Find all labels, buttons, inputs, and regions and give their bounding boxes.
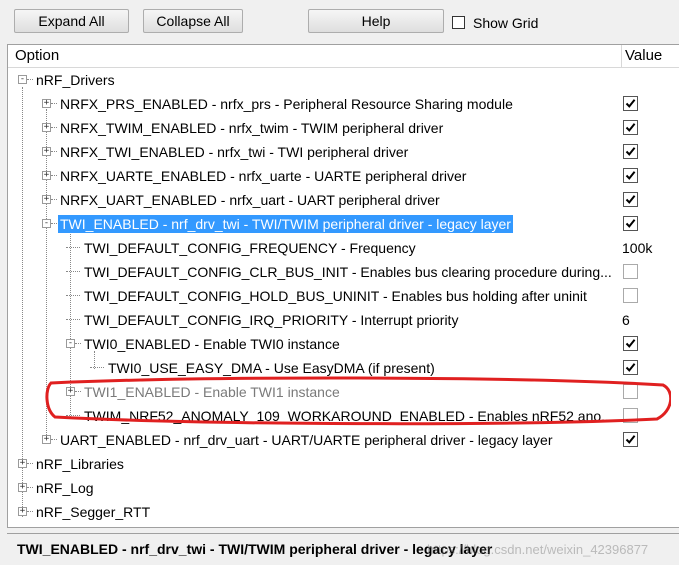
tree-line [51,103,57,104]
tree-item-label[interactable]: nRF_Segger_RTT [34,503,152,521]
expand-icon[interactable]: + [42,435,51,444]
tree-line [51,127,57,128]
value-checkbox[interactable] [623,360,638,375]
value-checkbox[interactable] [623,336,638,351]
tree-row[interactable]: + nRF_Log [8,476,679,500]
tree-line [51,199,57,200]
tree-row[interactable]: TWIM_NRF52_ANOMALY_109_WORKAROUND_ENABLE… [8,404,679,428]
tree-line [51,439,57,440]
tree-item-label[interactable]: NRFX_PRS_ENABLED - nrfx_prs - Peripheral… [58,95,515,113]
show-grid-label: Show Grid [473,15,539,31]
tree-row[interactable]: TWI_DEFAULT_CONFIG_IRQ_PRIORITY - Interr… [8,308,679,332]
tree-row[interactable]: + NRFX_UARTE_ENABLED - nrfx_uarte - UARTE… [8,164,679,188]
tree-line [51,175,57,176]
tree-row[interactable]: + NRFX_UART_ENABLED - nrfx_uart - UART pe… [8,188,679,212]
help-button[interactable]: Help [308,9,444,33]
tree-item-label[interactable]: TWIM_NRF52_ANOMALY_109_WORKAROUND_ENABLE… [82,407,615,425]
tree-row[interactable]: - TWI_ENABLED - nrf_drv_twi - TWI/TWIM pe… [8,212,679,236]
expand-icon[interactable]: + [42,123,51,132]
tree-item-label[interactable]: UART_ENABLED - nrf_drv_uart - UART/UARTE… [58,431,555,449]
value-checkbox[interactable] [623,216,638,231]
value-checkbox[interactable] [623,96,638,111]
collapse-all-button[interactable]: Collapse All [143,9,243,33]
tree-row[interactable]: + nRF_Libraries [8,452,679,476]
tree-line [66,319,80,320]
value-column-header[interactable]: Value [625,47,662,64]
collapse-icon[interactable]: - [18,75,27,84]
tree-line [66,295,80,296]
value-checkbox[interactable] [623,144,638,159]
tree-line [75,343,81,344]
expand-icon[interactable]: + [18,459,27,468]
value-checkbox[interactable] [623,384,638,399]
tree-item-label[interactable]: NRFX_UARTE_ENABLED - nrfx_uarte - UARTE … [58,167,468,185]
tree-item-label[interactable]: TWI1_ENABLED - Enable TWI1 instance [82,383,342,401]
toolbar: Expand All Collapse All Help Show Grid [0,0,679,44]
value-checkbox[interactable] [623,192,638,207]
tree-line [27,511,33,512]
status-text: TWI_ENABLED - nrf_drv_twi - TWI/TWIM per… [17,541,493,557]
tree-line [66,415,80,416]
expand-icon[interactable]: + [42,99,51,108]
tree-row[interactable]: + NRFX_PRS_ENABLED - nrfx_prs - Periphera… [8,92,679,116]
tree-row[interactable]: - TWI0_ENABLED - Enable TWI0 instance [8,332,679,356]
tree-row[interactable]: TWI_DEFAULT_CONFIG_CLR_BUS_INIT - Enable… [8,260,679,284]
expand-all-button[interactable]: Expand All [14,9,129,33]
value-text[interactable]: 6 [622,311,630,329]
value-checkbox[interactable] [623,408,638,423]
collapse-icon[interactable]: - [42,219,51,228]
show-grid-checkbox[interactable] [452,16,465,29]
tree-item-label[interactable]: TWI0_ENABLED - Enable TWI0 instance [82,335,342,353]
tree-row[interactable]: TWI0_USE_EASY_DMA - Use EasyDMA (if pres… [8,356,679,380]
tree-item-label[interactable]: TWI_DEFAULT_CONFIG_CLR_BUS_INIT - Enable… [82,263,614,281]
tree-row[interactable]: + NRFX_TWIM_ENABLED - nrfx_twim - TWIM pe… [8,116,679,140]
tree-row[interactable]: + UART_ENABLED - nrf_drv_uart - UART/UART… [8,428,679,452]
status-bar: TWI_ENABLED - nrf_drv_twi - TWI/TWIM per… [7,533,679,565]
tree-item-label[interactable]: NRFX_TWI_ENABLED - nrfx_twi - TWI periph… [58,143,410,161]
expand-icon[interactable]: + [18,507,27,516]
expand-icon[interactable]: + [42,171,51,180]
value-checkbox[interactable] [623,288,638,303]
option-column-header[interactable]: Option [15,47,59,64]
expand-icon[interactable]: + [18,483,27,492]
value-checkbox[interactable] [623,168,638,183]
value-text[interactable]: 100k [622,239,652,257]
column-divider[interactable] [621,45,622,67]
tree-row[interactable]: TWI_DEFAULT_CONFIG_HOLD_BUS_UNINIT - Ena… [8,284,679,308]
watermark-text: https://blog.csdn.net/weixin_42396877 [427,542,649,557]
tree-item-label[interactable]: NRFX_TWIM_ENABLED - nrfx_twim - TWIM per… [58,119,445,137]
tree-row[interactable]: TWI_DEFAULT_CONFIG_FREQUENCY - Frequency… [8,236,679,260]
tree-item-label[interactable]: nRF_Libraries [34,455,126,473]
value-checkbox[interactable] [623,432,638,447]
tree-line [75,391,81,392]
column-header: Option Value [8,45,679,68]
tree-line [90,367,104,368]
options-tree[interactable]: Option Value - nRF_Drivers + NRFX_PRS_ENABL… [7,44,679,528]
tree-line [27,463,33,464]
tree-line [51,223,57,224]
tree-item-label[interactable]: TWI_DEFAULT_CONFIG_FREQUENCY - Frequency [82,239,418,257]
tree-item-label[interactable]: NRFX_UART_ENABLED - nrfx_uart - UART per… [58,191,442,209]
tree-row[interactable]: + nRF_Segger_RTT [8,500,679,524]
tree-line [27,487,33,488]
tree-line [66,247,80,248]
tree-item-label[interactable]: TWI_DEFAULT_CONFIG_IRQ_PRIORITY - Interr… [82,311,460,329]
expand-icon[interactable]: + [42,147,51,156]
tree-row[interactable]: + TWI1_ENABLED - Enable TWI1 instance [8,380,679,404]
value-checkbox[interactable] [623,120,638,135]
tree-item-label[interactable]: nRF_Log [34,479,96,497]
collapse-icon[interactable]: - [66,339,75,348]
tree-item-label[interactable]: TWI_ENABLED - nrf_drv_twi - TWI/TWIM per… [58,215,513,233]
expand-icon[interactable]: + [66,387,75,396]
tree-row[interactable]: + NRFX_TWI_ENABLED - nrfx_twi - TWI perip… [8,140,679,164]
tree-line [51,151,57,152]
expand-icon[interactable]: + [42,195,51,204]
tree-row[interactable]: - nRF_Drivers [8,68,679,92]
tree-line [66,271,80,272]
tree-line [27,79,33,80]
tree-item-label[interactable]: TWI0_USE_EASY_DMA - Use EasyDMA (if pres… [106,359,437,377]
tree-item-label[interactable]: TWI_DEFAULT_CONFIG_HOLD_BUS_UNINIT - Ena… [82,287,589,305]
value-checkbox[interactable] [623,264,638,279]
tree-item-label[interactable]: nRF_Drivers [34,71,117,89]
